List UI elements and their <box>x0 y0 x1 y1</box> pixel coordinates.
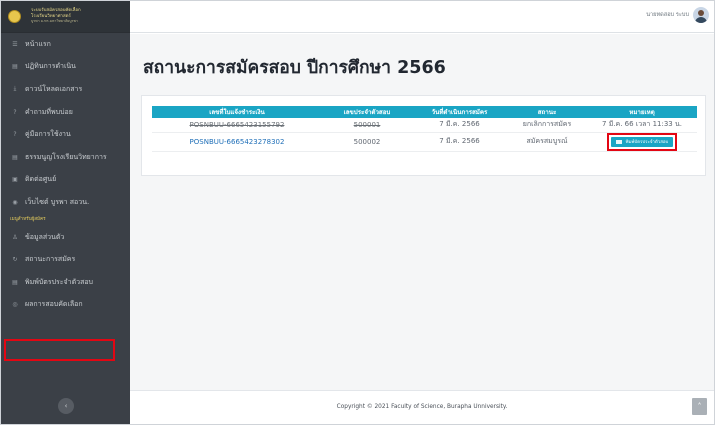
column-header: เลขประจำตัวสอบ <box>322 106 412 118</box>
sidebar-item-website[interactable]: ◉ เว็บไซต์ บูรพา สอวน. <box>1 191 130 214</box>
user-icon: ♙ <box>12 233 18 241</box>
column-header: เลขที่ใบแจ้งชำระเงิน <box>152 106 322 118</box>
sidebar-item-calendar[interactable]: ▤ ปฏิทินการดำเนิน <box>1 56 130 79</box>
sidebar-item-home[interactable]: ☰ หน้าแรก <box>1 33 130 56</box>
logo-icon <box>8 10 21 23</box>
sidebar-item-label: ผลการสอบคัดเลือก <box>25 300 83 309</box>
sidebar: ระบบรับสมัครสอบคัดเลือก โรงเรียนวิทยาศาส… <box>1 1 130 424</box>
main-content: สถานะการสมัครสอบ ปีการศึกษา 2566 เลขที่ใ… <box>130 34 714 390</box>
download-icon: ⤓ <box>13 85 17 93</box>
sidebar-item-label: คู่มือการใช้งาน <box>25 130 71 139</box>
column-header: สถานะ <box>507 106 587 118</box>
document-icon: ▤ <box>12 153 18 161</box>
highlight-box <box>4 339 115 361</box>
refresh-icon: ↻ <box>12 256 18 264</box>
sidebar-item-manual[interactable]: ? คู่มือการใช้งาน <box>1 123 130 146</box>
contact-icon: ▣ <box>12 176 18 184</box>
topbar: นายทดสอบ ระบบ <box>130 1 714 33</box>
sidebar-item-contact[interactable]: ▣ ติดต่อศูนย์ <box>1 169 130 192</box>
avatar[interactable] <box>693 7 709 23</box>
exam-id: 500002 <box>322 132 412 152</box>
card-icon <box>615 139 622 144</box>
sidebar-item-label: เว็บไซต์ บูรพา สอวน. <box>25 197 90 206</box>
sidebar-nav: ☰ หน้าแรก ▤ ปฏิทินการดำเนิน ⤓ ดาวน์โหลดเ… <box>1 33 130 316</box>
sidebar-item-charter[interactable]: ▤ ธรรมนูญโรงเรียนวิทยาการ <box>1 146 130 169</box>
apply-date: 7 มี.ค. 2566 <box>412 132 507 152</box>
table-row: POSNBUU-6665423155792 500001 7 มี.ค. 256… <box>152 118 697 133</box>
sidebar-item-downloads[interactable]: ⤓ ดาวน์โหลดเอกสาร <box>1 78 130 101</box>
page-title: สถานะการสมัครสอบ ปีการศึกษา 2566 <box>143 58 446 78</box>
sidebar-item-label: หน้าแรก <box>25 39 51 48</box>
sidebar-item-profile[interactable]: ♙ ข้อมูลส่วนตัว <box>1 226 130 249</box>
sidebar-item-status[interactable]: ↻ สถานะการสมัคร <box>1 248 130 271</box>
sidebar-item-label: ธรรมนูญโรงเรียนวิทยาการ <box>25 152 107 161</box>
help-icon: ? <box>13 131 17 139</box>
print-exam-card-button[interactable]: พิมพ์บัตรประจำตัวสอบ <box>610 136 674 147</box>
sidebar-item-label: ติดต่อศูนย์ <box>25 175 57 184</box>
column-header: วันที่ดำเนินการสมัคร <box>412 106 507 118</box>
sidebar-item-label: ข้อมูลส่วนตัว <box>25 232 65 241</box>
sidebar-item-faq[interactable]: ? คำถามที่พบบ่อย <box>1 101 130 124</box>
avatar-head <box>698 10 704 16</box>
sidebar-item-label: ดาวน์โหลดเอกสาร <box>25 84 83 93</box>
apply-date: 7 มี.ค. 2566 <box>412 118 507 133</box>
exam-id: 500001 <box>322 118 412 133</box>
user-name[interactable]: นายทดสอบ ระบบ <box>646 11 689 19</box>
column-header: หมายเหตุ <box>587 106 697 118</box>
footer: Copyright © 2021 Faculty of Science, Bur… <box>130 390 714 424</box>
sidebar-item-label: สถานะการสมัคร <box>25 255 76 264</box>
brand-line-3: บูรพา ม.ทร.มหาวิทยาลัยบูรพา <box>31 19 78 24</box>
sidebar-collapse-button[interactable]: ‹ <box>58 398 74 414</box>
sidebar-item-label: ปฏิทินการดำเนิน <box>25 62 76 71</box>
status-text: ยกเลิกการสมัคร <box>507 118 587 133</box>
sidebar-item-print-card[interactable]: ▤ พิมพ์บัตรประจำตัวสอบ <box>1 271 130 294</box>
table-row: POSNBUU-6665423278302 500002 7 มี.ค. 256… <box>152 132 697 152</box>
result-icon: ◎ <box>12 301 18 309</box>
copyright-text: Copyright © 2021 Faculty of Science, Bur… <box>336 404 508 410</box>
highlight-box: พิมพ์บัตรประจำตัวสอบ <box>606 132 678 151</box>
avatar-body <box>695 17 707 23</box>
calendar-icon: ▤ <box>12 63 18 71</box>
invoice-link[interactable]: POSNBUU-6665423278302 <box>152 132 322 152</box>
sidebar-section-label: เมนูสำหรับผู้สมัคร <box>10 217 46 223</box>
status-card: เลขที่ใบแจ้งชำระเงิน เลขประจำตัวสอบ วันท… <box>141 95 706 176</box>
table-header-row: เลขที่ใบแจ้งชำระเงิน เลขประจำตัวสอบ วันท… <box>152 106 697 118</box>
note-cell: พิมพ์บัตรประจำตัวสอบ <box>587 132 697 152</box>
print-icon: ▤ <box>12 278 18 286</box>
note-text: 7 มี.ค. 66 เวลา 11:33 น. <box>587 118 697 133</box>
print-button-label: พิมพ์บัตรประจำตัวสอบ <box>625 140 669 145</box>
question-icon: ? <box>13 108 17 116</box>
sidebar-item-label: คำถามที่พบบ่อย <box>25 107 73 116</box>
brand-text: ระบบรับสมัครสอบคัดเลือก โรงเรียนวิทยาศาส… <box>31 8 81 24</box>
brand[interactable]: ระบบรับสมัครสอบคัดเลือก โรงเรียนวิทยาศาส… <box>1 1 130 33</box>
invoice-number: POSNBUU-6665423155792 <box>152 118 322 133</box>
status-text: สมัครสมบูรณ์ <box>507 132 587 152</box>
sidebar-item-results[interactable]: ◎ ผลการสอบคัดเลือก <box>1 294 130 317</box>
status-table: เลขที่ใบแจ้งชำระเงิน เลขประจำตัวสอบ วันท… <box>152 106 697 152</box>
scroll-top-button[interactable]: ˄ <box>692 398 707 415</box>
home-icon: ☰ <box>12 40 18 48</box>
sidebar-item-label: พิมพ์บัตรประจำตัวสอบ <box>25 277 93 286</box>
globe-icon: ◉ <box>12 198 18 206</box>
